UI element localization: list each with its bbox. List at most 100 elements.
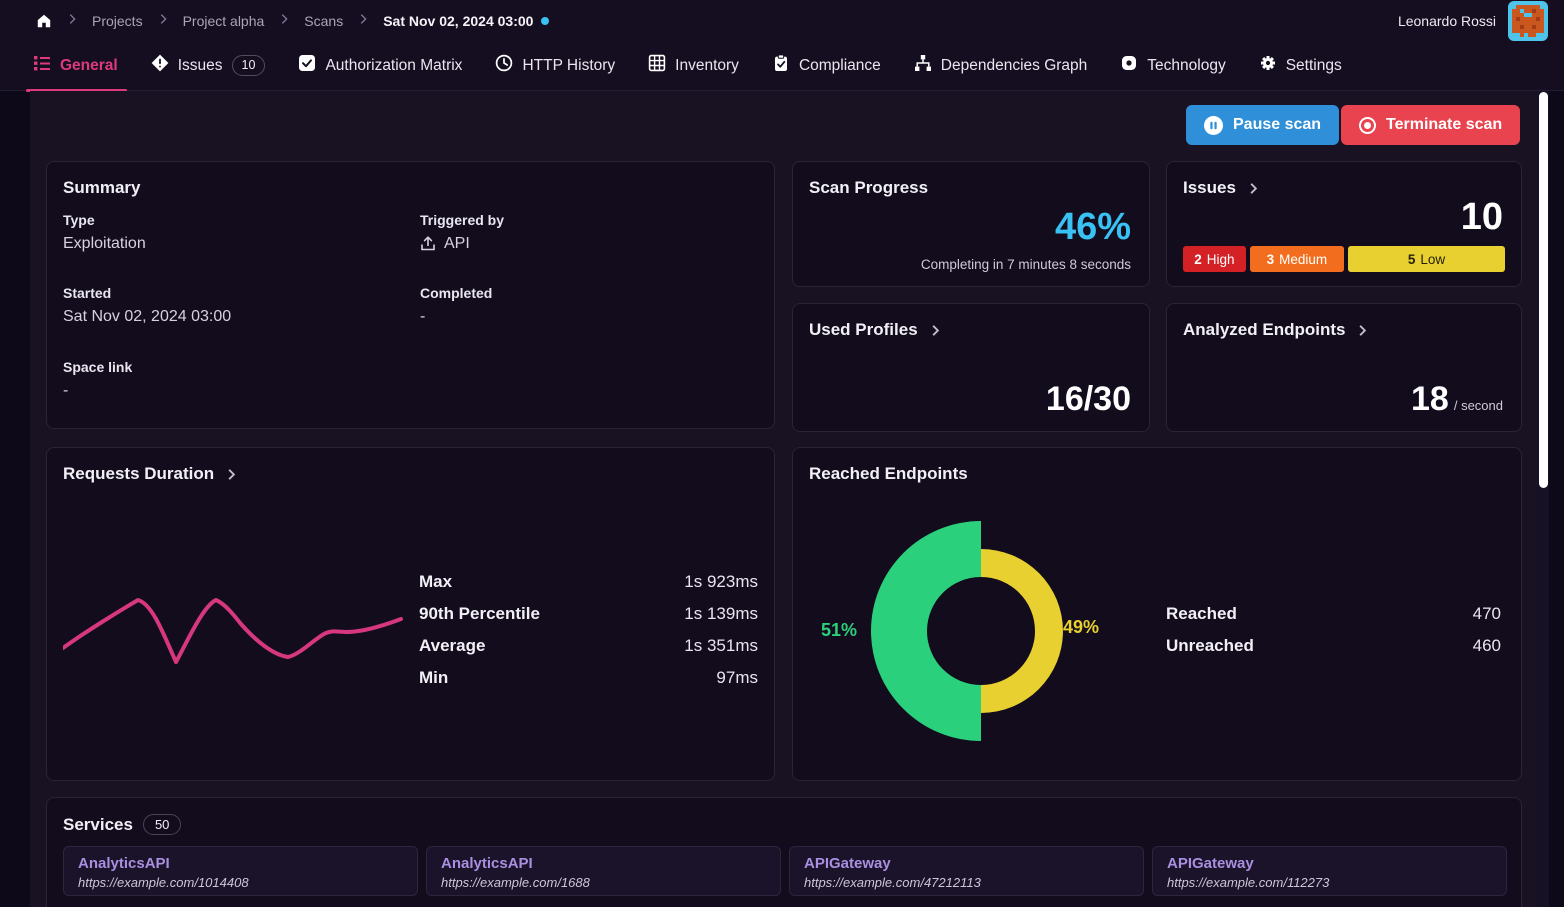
- legend-row-unreached: Unreached460: [1166, 630, 1501, 662]
- clipboard-check-icon: [772, 54, 790, 77]
- tab-label: Authorization Matrix: [325, 57, 462, 75]
- legend-value: 460: [1473, 636, 1501, 656]
- services-count-badge: 50: [143, 814, 181, 835]
- stat-label: 90th Percentile: [419, 604, 540, 624]
- chevron-right-icon: [1246, 181, 1261, 196]
- service-card[interactable]: APIGateway https://example.com/112273: [1152, 846, 1507, 896]
- tab-label: Dependencies Graph: [941, 57, 1088, 75]
- avatar[interactable]: [1508, 1, 1548, 41]
- table-grid-icon: [648, 54, 666, 77]
- severity-medium-badge[interactable]: 3Medium: [1250, 246, 1344, 272]
- analyzed-endpoints-value: 18 / second: [1411, 380, 1503, 419]
- stat-row-average: Average 1s 351ms: [419, 630, 758, 662]
- used-profiles-value: 16/30: [1046, 380, 1131, 419]
- service-name: AnalyticsAPI: [441, 855, 766, 872]
- scrollbar-thumb[interactable]: [1539, 92, 1548, 488]
- tab-bar: General Issues 10 Authorization Matrix H…: [0, 41, 1564, 91]
- tab-general[interactable]: General: [30, 41, 121, 91]
- summary-card: Summary Type Exploitation Triggered by A…: [46, 161, 775, 429]
- services-row: AnalyticsAPI https://example.com/1014408…: [63, 846, 1507, 896]
- tab-inventory[interactable]: Inventory: [645, 41, 742, 91]
- service-card[interactable]: APIGateway https://example.com/47212113: [789, 846, 1144, 896]
- pause-scan-button[interactable]: Pause scan: [1186, 105, 1339, 145]
- service-card[interactable]: AnalyticsAPI https://example.com/1688: [426, 846, 781, 896]
- stat-value: 97ms: [716, 668, 758, 688]
- breadcrumb-current-scan: Sat Nov 02, 2024 03:00: [383, 13, 549, 29]
- issues-title-row[interactable]: Issues: [1183, 178, 1261, 198]
- requests-duration-title-row[interactable]: Requests Duration: [63, 464, 239, 484]
- tab-issues[interactable]: Issues 10: [148, 41, 269, 91]
- type-label: Type: [63, 212, 95, 228]
- reached-endpoints-card: Reached Endpoints 51% 49% Reached470 Unr…: [792, 447, 1522, 781]
- chevron-right-icon: [224, 467, 239, 482]
- tab-dependencies-graph[interactable]: Dependencies Graph: [911, 41, 1091, 91]
- tab-label: General: [60, 57, 118, 75]
- stop-circle-icon: [1359, 117, 1376, 134]
- triggered-by-label: Triggered by: [420, 212, 504, 228]
- severity-high-label: High: [1207, 252, 1235, 267]
- service-url: https://example.com/1688: [441, 875, 766, 890]
- technology-chip-icon: [1120, 54, 1138, 77]
- unreached-percent-label: 49%: [1063, 617, 1099, 638]
- triggered-by-value: API: [420, 235, 470, 253]
- severity-high-badge[interactable]: 2 High: [1183, 246, 1246, 272]
- legend-row-reached: Reached470: [1166, 598, 1501, 630]
- space-link-label: Space link: [63, 359, 132, 375]
- tab-compliance[interactable]: Compliance: [769, 41, 884, 91]
- severity-medium-count: 3: [1267, 252, 1275, 267]
- analyzed-endpoints-number: 18: [1411, 380, 1449, 419]
- stat-label: Average: [419, 636, 485, 656]
- tab-label: Technology: [1147, 57, 1225, 75]
- stat-value: 1s 923ms: [684, 572, 758, 592]
- checkbox-icon: [298, 54, 316, 77]
- issues-count-badge: 10: [232, 55, 266, 76]
- main-content-panel: Pause scan Terminate scan Summary Type E…: [30, 91, 1537, 907]
- analyzed-endpoints-title-row[interactable]: Analyzed Endpoints: [1183, 320, 1370, 340]
- home-icon[interactable]: [36, 13, 52, 29]
- terminate-scan-button[interactable]: Terminate scan: [1341, 105, 1520, 145]
- started-value: Sat Nov 02, 2024 03:00: [63, 308, 231, 326]
- sitemap-icon: [914, 54, 932, 77]
- chevron-right-icon: [356, 12, 370, 29]
- breadcrumb-project-alpha[interactable]: Project alpha: [183, 13, 265, 29]
- issues-card: Issues 10 2 High 3Medium 5Low: [1166, 161, 1522, 287]
- tab-label: Inventory: [675, 57, 739, 75]
- reached-endpoints-legend: Reached470 Unreached460: [1166, 598, 1501, 662]
- reached-endpoints-title: Reached Endpoints: [809, 464, 968, 484]
- tab-settings[interactable]: Settings: [1256, 41, 1345, 91]
- service-card[interactable]: AnalyticsAPI https://example.com/1014408: [63, 846, 418, 896]
- stat-value: 1s 351ms: [684, 636, 758, 656]
- stat-row-max: Max 1s 923ms: [419, 566, 758, 598]
- tab-http-history[interactable]: HTTP History: [492, 41, 618, 91]
- severity-high-count: 2: [1194, 252, 1202, 267]
- scan-progress-card: Scan Progress 46% Completing in 7 minute…: [792, 161, 1150, 287]
- stat-row-min: Min97ms: [419, 662, 758, 694]
- tab-authorization-matrix[interactable]: Authorization Matrix: [295, 41, 465, 91]
- gear-icon: [1259, 54, 1277, 77]
- pause-circle-icon: [1204, 116, 1223, 135]
- stat-value: 1s 139ms: [684, 604, 758, 624]
- requests-duration-card: Requests Duration Max 1s 923ms 90th Perce…: [46, 447, 775, 781]
- stat-label: Max: [419, 572, 452, 592]
- analyzed-endpoints-title: Analyzed Endpoints: [1183, 320, 1345, 340]
- general-list-icon: [33, 54, 51, 77]
- user-name: Leonardo Rossi: [1398, 13, 1496, 29]
- used-profiles-title-row[interactable]: Used Profiles: [809, 320, 943, 340]
- severity-low-badge[interactable]: 5Low: [1348, 246, 1505, 272]
- breadcrumb-projects[interactable]: Projects: [92, 13, 143, 29]
- top-bar: Projects Project alpha Scans Sat Nov 02,…: [0, 0, 1564, 41]
- service-url: https://example.com/1014408: [78, 875, 403, 890]
- scan-progress-value: 46%: [1055, 206, 1131, 249]
- used-profiles-title: Used Profiles: [809, 320, 918, 340]
- tab-technology[interactable]: Technology: [1117, 41, 1228, 91]
- legend-value: 470: [1473, 604, 1501, 624]
- severity-low-count: 5: [1408, 252, 1416, 267]
- pause-scan-label: Pause scan: [1233, 116, 1321, 134]
- service-name: APIGateway: [1167, 855, 1492, 872]
- service-name: AnalyticsAPI: [78, 855, 403, 872]
- stat-row-p90: 90th Percentile 1s 139ms: [419, 598, 758, 630]
- chevron-right-icon: [277, 12, 291, 29]
- share-upload-icon: [420, 236, 436, 252]
- issues-total: 10: [1461, 196, 1503, 239]
- breadcrumb-scans[interactable]: Scans: [304, 13, 343, 29]
